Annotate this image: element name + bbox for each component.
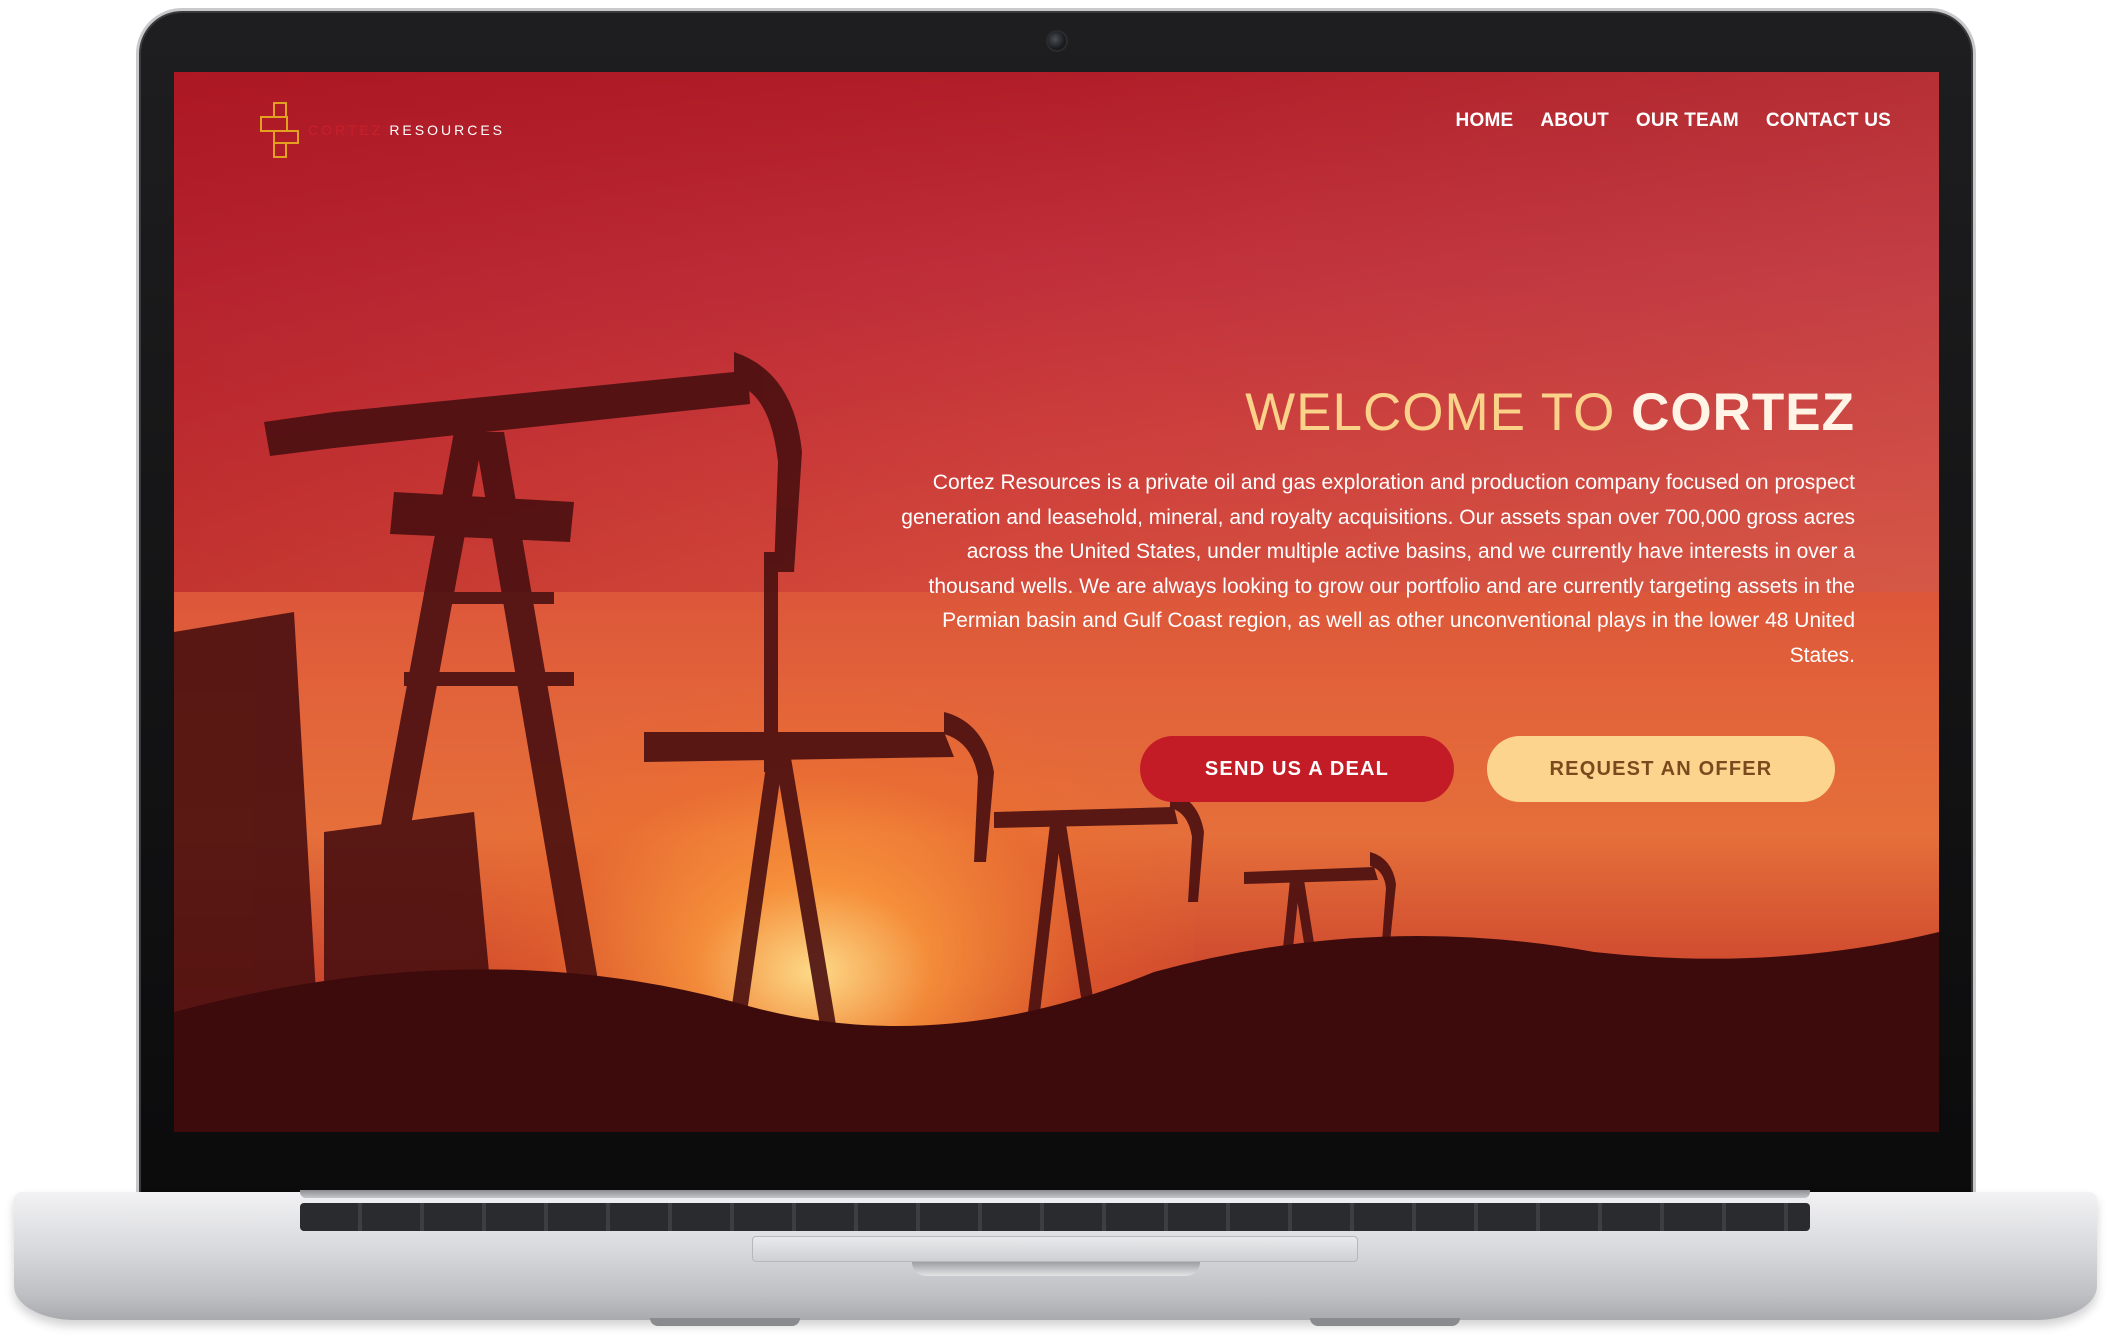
hero-title: WELCOME TO CORTEZ [895, 383, 1855, 442]
hero-title-brand: CORTEZ [1631, 383, 1855, 442]
hero-title-prefix: WELCOME TO [1245, 383, 1616, 442]
hero-description: Cortez Resources is a private oil and ga… [901, 471, 1855, 667]
send-deal-button[interactable]: SEND US A DEAL [1140, 736, 1454, 802]
brand-name-primary: CORTEZ [308, 122, 384, 138]
brand-name: CORTEZ RESOURCES [308, 122, 505, 138]
website-screen: CORTEZ RESOURCES HOME ABOUT OUR TEAM CON… [174, 72, 1939, 1132]
cortez-logo-icon [260, 102, 299, 158]
laptop-foot-right [1310, 1318, 1460, 1326]
webcam-icon [1046, 30, 1068, 52]
laptop-notch [912, 1262, 1200, 1276]
main-nav: HOME ABOUT OUR TEAM CONTACT US [1456, 110, 1891, 132]
trackpad [752, 1236, 1358, 1262]
brand-logo[interactable]: CORTEZ RESOURCES [260, 102, 505, 158]
nav-item-home[interactable]: HOME [1456, 110, 1514, 132]
laptop-hinge [300, 1190, 1810, 1198]
keyboard [300, 1203, 1810, 1231]
laptop-foot-left [650, 1318, 800, 1326]
hero-section: WELCOME TO CORTEZ Cortez Resources is a … [895, 383, 1855, 673]
nav-item-our-team[interactable]: OUR TEAM [1636, 110, 1739, 132]
brand-name-secondary: RESOURCES [389, 122, 505, 138]
nav-item-about[interactable]: ABOUT [1540, 110, 1609, 132]
request-offer-button[interactable]: REQUEST AN OFFER [1487, 736, 1835, 802]
nav-item-contact-us[interactable]: CONTACT US [1766, 110, 1891, 132]
